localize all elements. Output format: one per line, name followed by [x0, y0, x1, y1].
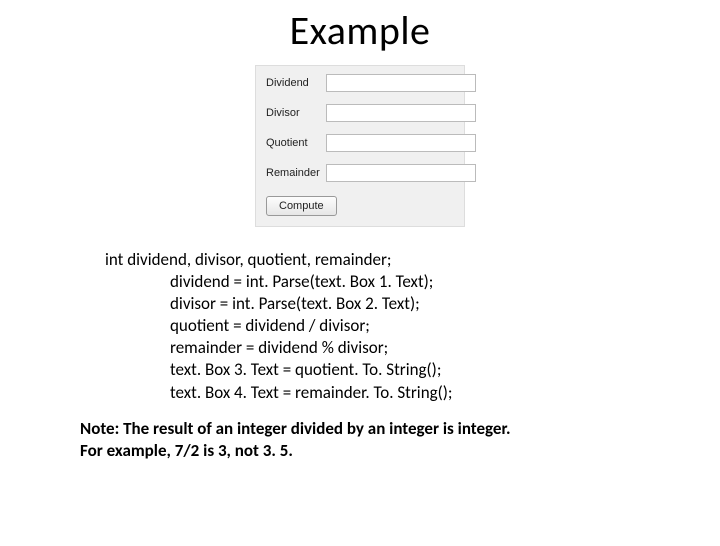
- form-panel: Dividend Divisor Quotient Remainder Comp…: [255, 65, 465, 227]
- note-block: Note: The result of an integer divided b…: [80, 418, 720, 462]
- code-line: dividend = int. Parse(text. Box 1. Text)…: [105, 271, 720, 293]
- code-block: int dividend, divisor, quotient, remaind…: [105, 249, 720, 404]
- label-dividend: Dividend: [266, 77, 326, 89]
- label-quotient: Quotient: [266, 137, 326, 149]
- label-remainder: Remainder: [266, 167, 326, 179]
- code-line: text. Box 4. Text = remainder. To. Strin…: [105, 382, 720, 404]
- code-line: remainder = dividend % divisor;: [105, 337, 720, 359]
- slide: Example Dividend Divisor Quotient Remain…: [0, 6, 720, 546]
- code-line: divisor = int. Parse(text. Box 2. Text);: [105, 293, 720, 315]
- compute-button[interactable]: Compute: [266, 196, 337, 216]
- row-divisor: Divisor: [266, 104, 454, 122]
- input-remainder[interactable]: [326, 164, 476, 182]
- code-line: int dividend, divisor, quotient, remaind…: [105, 249, 720, 271]
- code-line: quotient = dividend / divisor;: [105, 315, 720, 337]
- row-dividend: Dividend: [266, 74, 454, 92]
- row-quotient: Quotient: [266, 134, 454, 152]
- input-divisor[interactable]: [326, 104, 476, 122]
- row-remainder: Remainder: [266, 164, 454, 182]
- label-divisor: Divisor: [266, 107, 326, 119]
- note-line: Note: The result of an integer divided b…: [80, 418, 720, 440]
- note-line: For example, 7/2 is 3, not 3. 5.: [80, 440, 720, 462]
- input-dividend[interactable]: [326, 74, 476, 92]
- page-title: Example: [0, 6, 720, 55]
- code-line: text. Box 3. Text = quotient. To. String…: [105, 359, 720, 381]
- input-quotient[interactable]: [326, 134, 476, 152]
